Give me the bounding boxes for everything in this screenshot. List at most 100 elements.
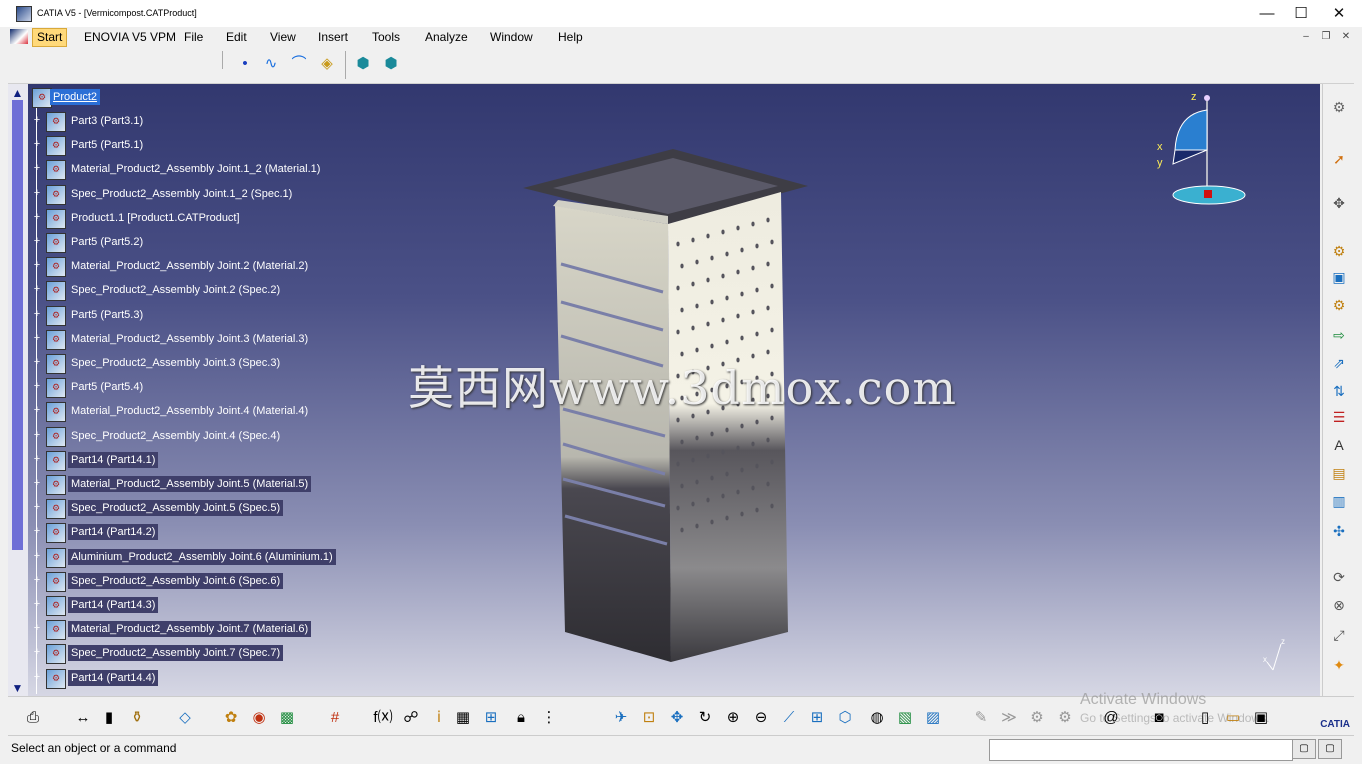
measure-inertia-icon[interactable]: ▮ xyxy=(98,707,120,729)
expand-icon[interactable]: + xyxy=(32,405,42,416)
multi-view-icon[interactable]: ⊞ xyxy=(806,707,828,729)
new-product-icon[interactable]: ▣ xyxy=(1328,266,1350,288)
rotate-icon[interactable]: ↻ xyxy=(694,707,716,729)
bottle-icon[interactable]: ⚱ xyxy=(126,707,148,729)
mdi-close-button[interactable]: ✕ xyxy=(1338,30,1354,44)
menu-insert[interactable]: Insert xyxy=(318,30,348,44)
arc-icon[interactable]: ⌒ xyxy=(288,53,310,75)
text-icon[interactable]: A xyxy=(1328,434,1350,456)
tree-node-label[interactable]: Part14 (Part14.2) xyxy=(68,524,159,541)
command-input[interactable] xyxy=(989,739,1293,761)
expand-icon[interactable]: + xyxy=(32,478,42,489)
expand-icon[interactable]: + xyxy=(32,115,42,126)
expand-icon[interactable]: + xyxy=(32,574,42,585)
menu-enovia[interactable]: ENOVIA V5 VPM xyxy=(84,30,176,44)
pan-icon[interactable]: ✥ xyxy=(666,707,688,729)
menu-edit[interactable]: Edit xyxy=(226,30,247,44)
tree-node-label[interactable]: Material_Product2_Assembly Joint.5 (Mate… xyxy=(68,476,312,492)
maximize-button[interactable]: ☐ xyxy=(1282,2,1320,26)
tree-node-label[interactable]: Part5 (Part5.1) xyxy=(68,137,146,153)
expand-icon[interactable]: + xyxy=(32,211,42,222)
plane-icon[interactable]: ◈ xyxy=(316,53,338,75)
tree-node-label[interactable]: Part14 (Part14.3) xyxy=(68,597,159,613)
tree-node-label[interactable]: Material_Product2_Assembly Joint.2 (Mate… xyxy=(68,258,311,274)
expand-icon[interactable]: + xyxy=(32,308,42,319)
expand-icon[interactable]: + xyxy=(32,526,42,537)
expand-icon[interactable]: + xyxy=(32,381,42,392)
swap-visible-space-icon[interactable]: ▨ xyxy=(922,707,944,729)
menu-help[interactable]: Help xyxy=(558,30,583,44)
snap-icon[interactable]: ✣ xyxy=(1328,520,1350,542)
expand-icon[interactable]: + xyxy=(32,332,42,343)
comment-icon[interactable]: ☍ xyxy=(400,707,422,729)
tree-node-label[interactable]: Spec_Product2_Assembly Joint.7 (Spec.7) xyxy=(68,645,284,662)
zoom-in-icon[interactable]: ⊕ xyxy=(722,707,744,729)
arrow-icon[interactable]: ≫ xyxy=(998,707,1020,729)
print-icon[interactable]: ⎙ xyxy=(22,707,44,729)
tree-node-label[interactable]: Part5 (Part5.3) xyxy=(68,307,146,323)
expand-icon[interactable]: + xyxy=(32,550,42,561)
menu-view[interactable]: View xyxy=(270,30,296,44)
tree-node-label[interactable]: Spec_Product2_Assembly Joint.6 (Spec.6) xyxy=(68,572,284,589)
point-icon[interactable]: • xyxy=(234,53,256,75)
tree-node-label[interactable]: Spec_Product2_Assembly Joint.3 (Spec.3) xyxy=(68,355,283,371)
tree-node-label[interactable]: Part14 (Part14.4) xyxy=(68,669,159,686)
formula-icon[interactable]: f⒳ xyxy=(372,707,394,729)
tree-icon[interactable]: ⊞ xyxy=(480,707,502,729)
apply-material-icon[interactable]: ▩ xyxy=(276,707,298,729)
menu-tools[interactable]: Tools xyxy=(372,30,400,44)
mdi-minimize-button[interactable]: – xyxy=(1298,30,1314,44)
expand-icon[interactable]: + xyxy=(32,623,42,634)
expand-icon[interactable]: + xyxy=(32,236,42,247)
fix-component-icon[interactable]: ⤢ xyxy=(1328,624,1350,646)
hide-show-icon[interactable]: ▧ xyxy=(894,707,916,729)
reorder-icon[interactable]: ⇅ xyxy=(1328,380,1350,402)
tree-scrollbar[interactable]: ▲ ▼ xyxy=(8,84,28,696)
expand-icon[interactable]: + xyxy=(32,647,42,658)
camera-icon[interactable]: ◙ xyxy=(1148,707,1170,729)
catalog-browser-icon[interactable]: ✿ xyxy=(220,707,242,729)
tree-node-label[interactable]: Part14 (Part14.1) xyxy=(68,451,159,468)
expand-icon[interactable]: + xyxy=(32,671,42,682)
normal-view-icon[interactable]: ⟋ xyxy=(778,707,800,729)
expand-icon[interactable]: + xyxy=(32,284,42,295)
zoom-out-icon[interactable]: ⊖ xyxy=(750,707,772,729)
generate-numbering-icon[interactable]: ☰ xyxy=(1328,406,1350,428)
shading-icon[interactable]: ◍ xyxy=(866,707,888,729)
tree-node-label[interactable]: Material_Product2_Assembly Joint.7 (Mate… xyxy=(68,621,312,638)
expand-icon[interactable]: + xyxy=(32,187,42,198)
grid-icon[interactable]: # xyxy=(324,707,346,729)
fix-together-icon[interactable]: ✦ xyxy=(1328,654,1350,676)
tree-node-label[interactable]: Part5 (Part5.2) xyxy=(68,234,146,250)
tree-node-label[interactable]: Spec_Product2_Assembly Joint.4 (Spec.4) xyxy=(68,428,283,444)
tree-root-label[interactable]: Product2 xyxy=(50,89,101,105)
move-select-icon[interactable]: ✥ xyxy=(1328,192,1350,214)
measure-icon[interactable]: ↔ xyxy=(72,707,94,729)
mdi-restore-button[interactable]: ❐ xyxy=(1318,30,1334,44)
lock-icon[interactable]: 🔒︎ xyxy=(510,707,532,729)
tree-node-label[interactable]: Spec_Product2_Assembly Joint.5 (Spec.5) xyxy=(68,500,284,517)
new-document-icon[interactable]: ▯ xyxy=(1194,707,1216,729)
open-folder-icon[interactable]: ▭ xyxy=(1222,707,1244,729)
tree-node-label[interactable]: Aluminium_Product2_Assembly Joint.6 (Alu… xyxy=(68,548,336,565)
start-logo-icon[interactable] xyxy=(10,29,28,44)
tree-node-label[interactable]: Material_Product2_Assembly Joint.1_2 (Ma… xyxy=(68,161,323,177)
scroll-up-icon[interactable]: ▲ xyxy=(9,86,26,100)
3d-viewport[interactable]: ▲ ▼ ⚙ Product2 + ⚙ Part3 (Part3.1) + ⚙ Part5 … xyxy=(8,84,1320,696)
fly-mode-icon[interactable]: ✈︎ xyxy=(610,707,632,729)
menu-window[interactable]: Window xyxy=(490,30,533,44)
spline-icon[interactable]: ∿ xyxy=(260,53,282,75)
expand-icon[interactable]: + xyxy=(32,163,42,174)
expand-icon[interactable]: + xyxy=(32,453,42,464)
iso-view-icon[interactable]: ⬡ xyxy=(834,707,856,729)
existing-component-icon[interactable]: ⚙ xyxy=(1328,240,1350,262)
expand-icon[interactable]: + xyxy=(32,599,42,610)
design-table-icon[interactable]: ▦ xyxy=(452,707,474,729)
close-button[interactable]: ✕ xyxy=(1320,2,1358,26)
menu-file[interactable]: File xyxy=(184,30,203,44)
coincidence-constraint-icon[interactable]: ⊗ xyxy=(1328,594,1350,616)
spiral-icon[interactable]: @ xyxy=(1100,707,1122,729)
expand-icon[interactable]: + xyxy=(32,357,42,368)
catalog-icon[interactable]: ▤ xyxy=(1328,462,1350,484)
replace-component-icon[interactable]: ⇨ xyxy=(1328,324,1350,346)
